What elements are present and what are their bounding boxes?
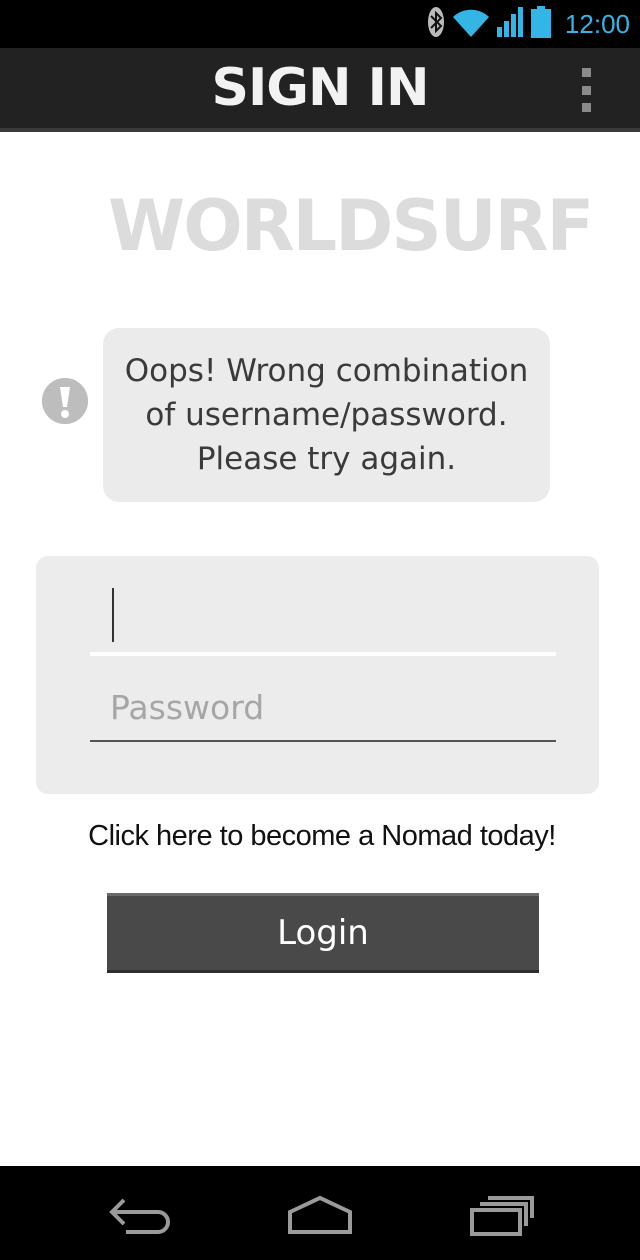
status-bar: 12:00 (0, 0, 640, 48)
signal-icon (496, 6, 523, 42)
signup-link[interactable]: Click here to become a Nomad today! (0, 820, 640, 853)
exclamation-icon (42, 378, 88, 424)
password-field[interactable]: Password (90, 680, 556, 742)
bluetooth-icon (427, 6, 445, 43)
login-button[interactable]: Login (107, 893, 539, 973)
status-icons: 12:00 (427, 0, 630, 48)
overflow-menu-icon[interactable] (572, 68, 600, 112)
action-bar: SIGN IN (0, 48, 640, 132)
page-title: SIGN IN (211, 58, 430, 118)
worldsurf-logo: WORLDSURF (108, 185, 594, 267)
back-icon[interactable] (100, 1190, 180, 1238)
error-message: Oops! Wrong combination of username/pass… (124, 353, 529, 477)
battery-icon (530, 5, 551, 43)
recent-apps-icon[interactable] (462, 1190, 542, 1238)
logo-text: WORLDSURF (108, 185, 594, 267)
password-placeholder: Password (110, 688, 265, 727)
text-cursor (112, 588, 114, 642)
login-form: Password (36, 556, 599, 794)
username-field[interactable] (90, 584, 556, 656)
navigation-bar (0, 1166, 640, 1260)
login-button-label: Login (277, 913, 369, 953)
status-time: 12:00 (564, 8, 630, 39)
error-message-bubble: Oops! Wrong combination of username/pass… (103, 328, 550, 502)
wifi-icon (452, 7, 489, 42)
home-icon[interactable] (280, 1190, 360, 1238)
